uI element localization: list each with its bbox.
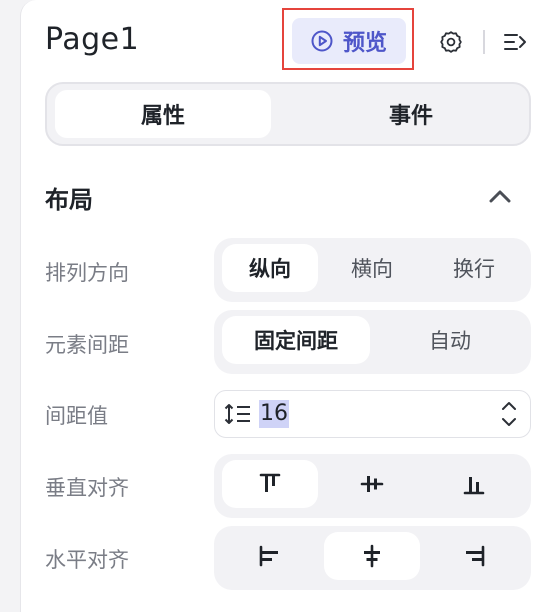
preview-label: 预览 xyxy=(342,31,387,56)
option-align-left[interactable] xyxy=(222,532,318,580)
spacing-segmented: 固定间距 自动 xyxy=(214,310,531,374)
gear-icon[interactable] xyxy=(439,30,463,54)
option-horizontal[interactable]: 横向 xyxy=(324,244,420,292)
align-right-icon xyxy=(462,544,486,568)
option-align-center[interactable] xyxy=(324,532,420,580)
align-left-icon xyxy=(258,544,282,568)
direction-segmented: 纵向 横向 换行 xyxy=(214,238,531,302)
align-middle-icon xyxy=(360,472,384,496)
gap-value-text[interactable]: 16 xyxy=(259,400,289,428)
option-align-top[interactable] xyxy=(222,460,318,508)
panel-header: Page1 预览 xyxy=(21,0,558,84)
label-gap-value: 间距值 xyxy=(45,404,108,428)
chevron-up-icon[interactable] xyxy=(487,186,513,206)
option-align-bottom[interactable] xyxy=(426,460,522,508)
stepper-arrows-icon[interactable] xyxy=(499,398,519,430)
label-direction: 排列方向 xyxy=(45,261,129,285)
option-align-right[interactable] xyxy=(426,532,522,580)
option-fixed-spacing[interactable]: 固定间距 xyxy=(222,316,370,364)
align-center-icon xyxy=(360,544,384,568)
preview-button[interactable]: 预览 xyxy=(292,18,406,64)
main-tabs: 属性 事件 xyxy=(45,82,531,146)
play-circle-icon xyxy=(311,30,333,52)
align-bottom-icon xyxy=(462,472,486,496)
label-horizontal-align: 水平对齐 xyxy=(45,548,129,572)
line-spacing-icon xyxy=(224,402,252,426)
properties-panel: Page1 预览 属性 事件 布局 排列方向 纵向 横向 换行 元素间距 固定间… xyxy=(20,0,558,612)
vertical-align-segmented xyxy=(214,454,531,518)
collapse-panel-icon[interactable] xyxy=(502,30,530,54)
option-vertical[interactable]: 纵向 xyxy=(222,244,318,292)
gap-value-input[interactable]: 16 xyxy=(214,390,531,438)
page-title: Page1 xyxy=(45,22,140,57)
label-spacing: 元素间距 xyxy=(45,333,129,357)
tab-events[interactable]: 事件 xyxy=(303,90,519,138)
header-divider xyxy=(483,30,485,54)
align-top-icon xyxy=(258,472,282,496)
option-wrap[interactable]: 换行 xyxy=(426,244,522,292)
option-align-middle[interactable] xyxy=(324,460,420,508)
section-title-layout: 布局 xyxy=(45,186,93,214)
horizontal-align-segmented xyxy=(214,526,531,590)
option-auto[interactable]: 自动 xyxy=(376,316,524,364)
tab-properties[interactable]: 属性 xyxy=(55,90,271,138)
label-vertical-align: 垂直对齐 xyxy=(45,476,129,500)
